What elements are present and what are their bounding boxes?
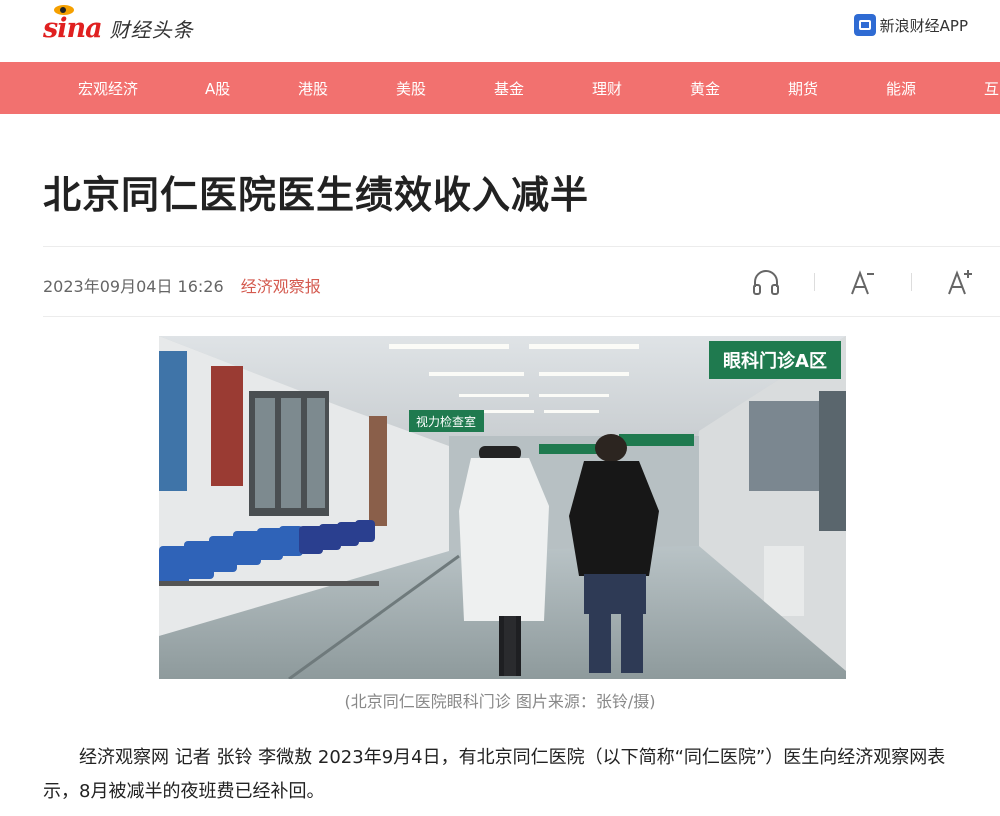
headphones-icon[interactable] — [748, 264, 784, 300]
tool-separator — [911, 273, 912, 291]
nav-item[interactable]: 能源 — [886, 78, 916, 99]
nav-item[interactable]: 理财 — [592, 78, 622, 99]
tool-separator — [814, 273, 815, 291]
font-decrease-icon[interactable] — [845, 264, 881, 300]
nav-item[interactable]: A股 — [205, 78, 230, 99]
app-label: 新浪财经APP — [879, 16, 968, 35]
nav-item[interactable]: 基金 — [494, 78, 524, 99]
app-icon — [853, 14, 876, 36]
logo-text: sina — [43, 12, 103, 44]
sina-eye-icon — [54, 4, 74, 15]
reading-tools — [748, 264, 978, 300]
nav-item[interactable]: 美股 — [396, 78, 426, 99]
sign-vision-test: 视力检查室 — [416, 414, 476, 429]
nav-item[interactable]: 港股 — [298, 78, 328, 99]
nav-item[interactable]: 互 — [984, 78, 999, 99]
sina-wordmark: sina — [43, 4, 103, 44]
sina-logo[interactable]: sina 财经头条 — [43, 4, 194, 48]
sign-ophthalmology: 眼科门诊A区 — [723, 350, 827, 372]
publish-date: 2023年09月04日 16:26 — [43, 277, 224, 296]
article-title: 北京同仁医院医生绩效收入减半 — [43, 173, 590, 217]
channel-nav: 宏观经济 A股 港股 美股 基金 理财 黄金 期货 能源 互 — [0, 62, 1000, 114]
article-photo: 眼科门诊A区 视力检查室 — [159, 336, 846, 679]
divider — [43, 316, 1000, 317]
app-download-link[interactable]: 新浪财经APP — [853, 14, 968, 36]
photo-caption: (北京同仁医院眼科门诊 图片来源：张铃/摄) — [344, 692, 656, 711]
top-header: sina 财经头条 新浪财经APP — [0, 0, 1000, 62]
brand-name: 财经头条 — [109, 17, 194, 42]
hospital-corridor-image: 眼科门诊A区 视力检查室 — [159, 336, 846, 679]
article-source[interactable]: 经济观察报 — [241, 277, 321, 296]
font-increase-icon[interactable] — [942, 264, 978, 300]
divider — [43, 246, 1000, 247]
nav-item[interactable]: 宏观经济 — [78, 78, 138, 99]
article-paragraph: 经济观察网 记者 张铃 李微敖 2023年9月4日，有北京同仁医院（以下简称“同… — [43, 747, 946, 802]
article-meta: 2023年09月04日 16:26 经济观察报 — [43, 273, 321, 297]
nav-item[interactable]: 黄金 — [690, 78, 720, 99]
nav-item[interactable]: 期货 — [788, 78, 818, 99]
